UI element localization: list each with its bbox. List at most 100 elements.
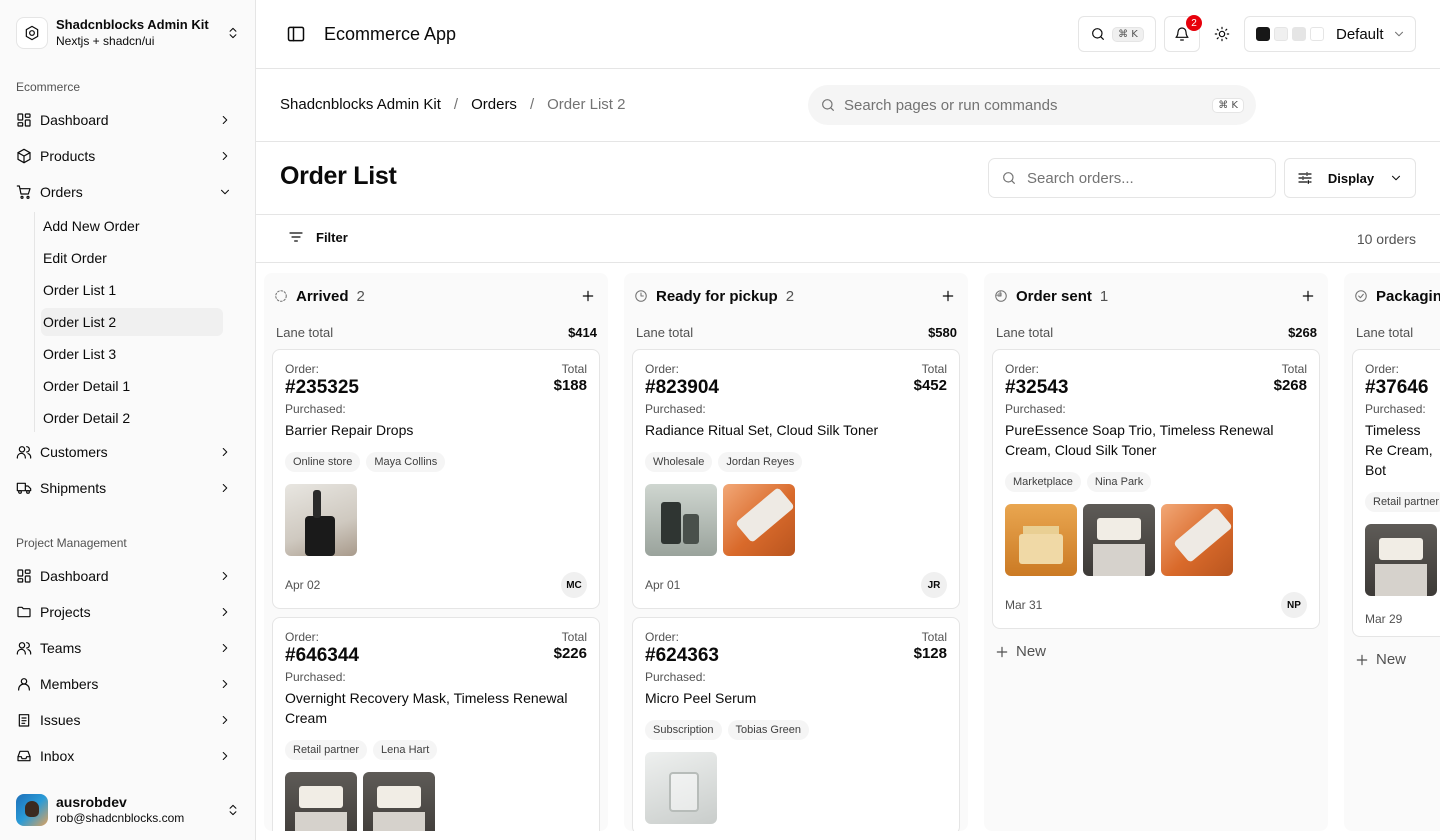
sidebar-item-shipments[interactable]: Shipments	[8, 472, 248, 504]
purchased-label: Purchased:	[1365, 402, 1426, 416]
theme-preset-select[interactable]: Default	[1244, 16, 1416, 52]
plus-icon	[996, 646, 1008, 657]
purchased-label: Purchased:	[1005, 402, 1066, 416]
user-email: rob@shadcnblocks.com	[56, 811, 185, 825]
product-image	[645, 484, 717, 556]
plus-icon[interactable]	[940, 288, 956, 304]
team-logo-icon	[16, 17, 48, 49]
plus-icon[interactable]	[1300, 288, 1316, 304]
sidebar-item-pm-dashboard[interactable]: Dashboard	[8, 560, 248, 592]
theme-swatches	[1256, 27, 1328, 41]
sidebar-item-label: Issues	[40, 712, 81, 728]
sidebar-item-dashboard[interactable]: Dashboard	[8, 104, 248, 136]
chevron-down-icon	[1394, 31, 1403, 37]
page-title: Order List	[280, 162, 397, 190]
display-button[interactable]: Display	[1284, 158, 1416, 198]
lane-header: Arrived 2	[264, 273, 608, 319]
search-button[interactable]: ⌘ K	[1078, 16, 1156, 52]
lane-header: Ready for pickup 2	[624, 273, 968, 319]
channel-tag: Subscription	[645, 720, 722, 740]
sidebar-subitem-add-new-order[interactable]: Add New Order	[41, 212, 223, 240]
order-label: Order:	[645, 362, 680, 376]
sidebar-subitem-edit-order[interactable]: Edit Order	[41, 244, 223, 272]
order-number: #624363	[645, 645, 719, 666]
breadcrumb-item[interactable]: Shadcnblocks Admin Kit	[280, 96, 441, 113]
product-image	[363, 772, 435, 831]
sidebar-subitem-label: Order List 2	[43, 314, 117, 330]
command-search-placeholder: Search pages or run commands	[844, 96, 1058, 114]
user-menu[interactable]: ausrobdev rob@shadcnblocks.com	[8, 786, 248, 834]
customer-tag: Maya Collins	[366, 452, 446, 472]
sidebar-item-teams[interactable]: Teams	[8, 632, 248, 664]
lane-total-label: Lane total	[996, 324, 1054, 340]
shortcut-hint: ⌘ K	[1212, 97, 1244, 113]
lane-name: Order sent	[1016, 287, 1092, 305]
sidebar-item-projects[interactable]: Projects	[8, 596, 248, 628]
product-image	[723, 484, 795, 556]
order-total: $128	[913, 645, 947, 662]
chevron-down-icon	[1391, 175, 1401, 181]
order-number: #37646	[1365, 377, 1429, 398]
order-card[interactable]: Order: #235325 Total $188 Purchased: Bar…	[272, 349, 600, 609]
breadcrumb-bar: Shadcnblocks Admin Kit / Orders / Order …	[256, 69, 1440, 142]
assignee-avatar: NP	[1281, 592, 1307, 618]
sidebar-subitem-order-detail-1[interactable]: Order Detail 1	[41, 372, 223, 400]
sidebar-item-inbox[interactable]: Inbox	[8, 740, 248, 772]
notifications-button[interactable]: 2	[1164, 15, 1202, 52]
order-card[interactable]: Order: #37646 Purchased: Timeless Re Cre…	[1352, 349, 1440, 637]
sidebar-item-issues[interactable]: Issues	[8, 704, 248, 736]
theme-toggle-button[interactable]	[1200, 16, 1244, 52]
package-icon	[17, 148, 31, 164]
sidebar-item-products[interactable]: Products	[8, 140, 248, 172]
chevron-right-icon	[222, 483, 228, 493]
sidebar-toggle-icon[interactable]	[286, 24, 306, 44]
sidebar-subitem-order-list-3[interactable]: Order List 3	[41, 340, 223, 368]
purchased-products: Radiance Ritual Set, Cloud Silk Toner	[645, 422, 879, 438]
order-search-placeholder: Search orders...	[1027, 169, 1134, 187]
order-date: Mar 31	[1005, 598, 1043, 612]
sun-icon	[1214, 26, 1230, 42]
lane-name: Arrived	[296, 287, 349, 305]
channel-tag: Retail partner	[1365, 492, 1440, 512]
sidebar-item-customers[interactable]: Customers	[8, 436, 248, 468]
order-card[interactable]: Order: #32543 Total $268 Purchased: Pure…	[992, 349, 1320, 629]
plus-icon[interactable]	[580, 288, 596, 304]
sidebar-item-orders[interactable]: Orders	[8, 176, 248, 208]
product-image	[1161, 504, 1233, 576]
lane-packaging: Packagin Lane total Order: #37646 Purcha…	[1344, 273, 1440, 831]
order-search-input[interactable]: Search orders...	[988, 158, 1276, 198]
sidebar-subitem-order-detail-2[interactable]: Order Detail 2	[41, 404, 223, 432]
folder-icon	[17, 606, 31, 618]
team-switcher[interactable]: Shadcnblocks Admin Kit Nextjs + shadcn/u…	[8, 8, 248, 58]
channel-tag: Wholesale	[645, 452, 713, 472]
lane-total-row: Lane total $268	[984, 319, 1328, 345]
chevrons-up-down-icon	[229, 804, 237, 816]
layout-dashboard-icon	[17, 113, 31, 127]
chevron-right-icon	[222, 679, 228, 689]
purchased-label: Purchased:	[645, 670, 706, 684]
sidebar-subitem-label: Edit Order	[43, 250, 107, 266]
chevron-right-icon	[222, 643, 228, 653]
new-card-button[interactable]: New	[1354, 651, 1440, 668]
sidebar-subitem-label: Order Detail 2	[43, 410, 131, 426]
sidebar-subitem-order-list-1[interactable]: Order List 1	[41, 276, 223, 304]
filter-button[interactable]: Filter	[288, 229, 348, 245]
sidebar-item-members[interactable]: Members	[8, 668, 248, 700]
theme-label: Default	[1336, 25, 1384, 43]
new-card-label: New	[1016, 643, 1047, 660]
order-card[interactable]: Order: #646344 Total $226 Purchased: Ove…	[272, 617, 600, 831]
order-card[interactable]: Order: #823904 Total $452 Purchased: Rad…	[632, 349, 960, 609]
users-icon	[16, 642, 32, 655]
command-search-input[interactable]: Search pages or run commands ⌘ K	[808, 85, 1256, 125]
sidebar-item-label: Shipments	[40, 480, 107, 496]
purchased-products: Micro Peel Serum	[645, 690, 757, 706]
user-name: ausrobdev	[56, 794, 127, 810]
order-card[interactable]: Order: #624363 Total $128 Purchased: Mic…	[632, 617, 960, 831]
purchased-label: Purchased:	[645, 402, 706, 416]
breadcrumb-item[interactable]: Orders	[471, 96, 517, 113]
total-label: Total	[921, 630, 947, 644]
sidebar-subitem-order-list-2[interactable]: Order List 2	[41, 308, 223, 336]
new-card-button[interactable]: New	[994, 643, 1328, 660]
sidebar-item-label: Dashboard	[40, 112, 109, 128]
lane-total-row: Lane total $580	[624, 319, 968, 345]
